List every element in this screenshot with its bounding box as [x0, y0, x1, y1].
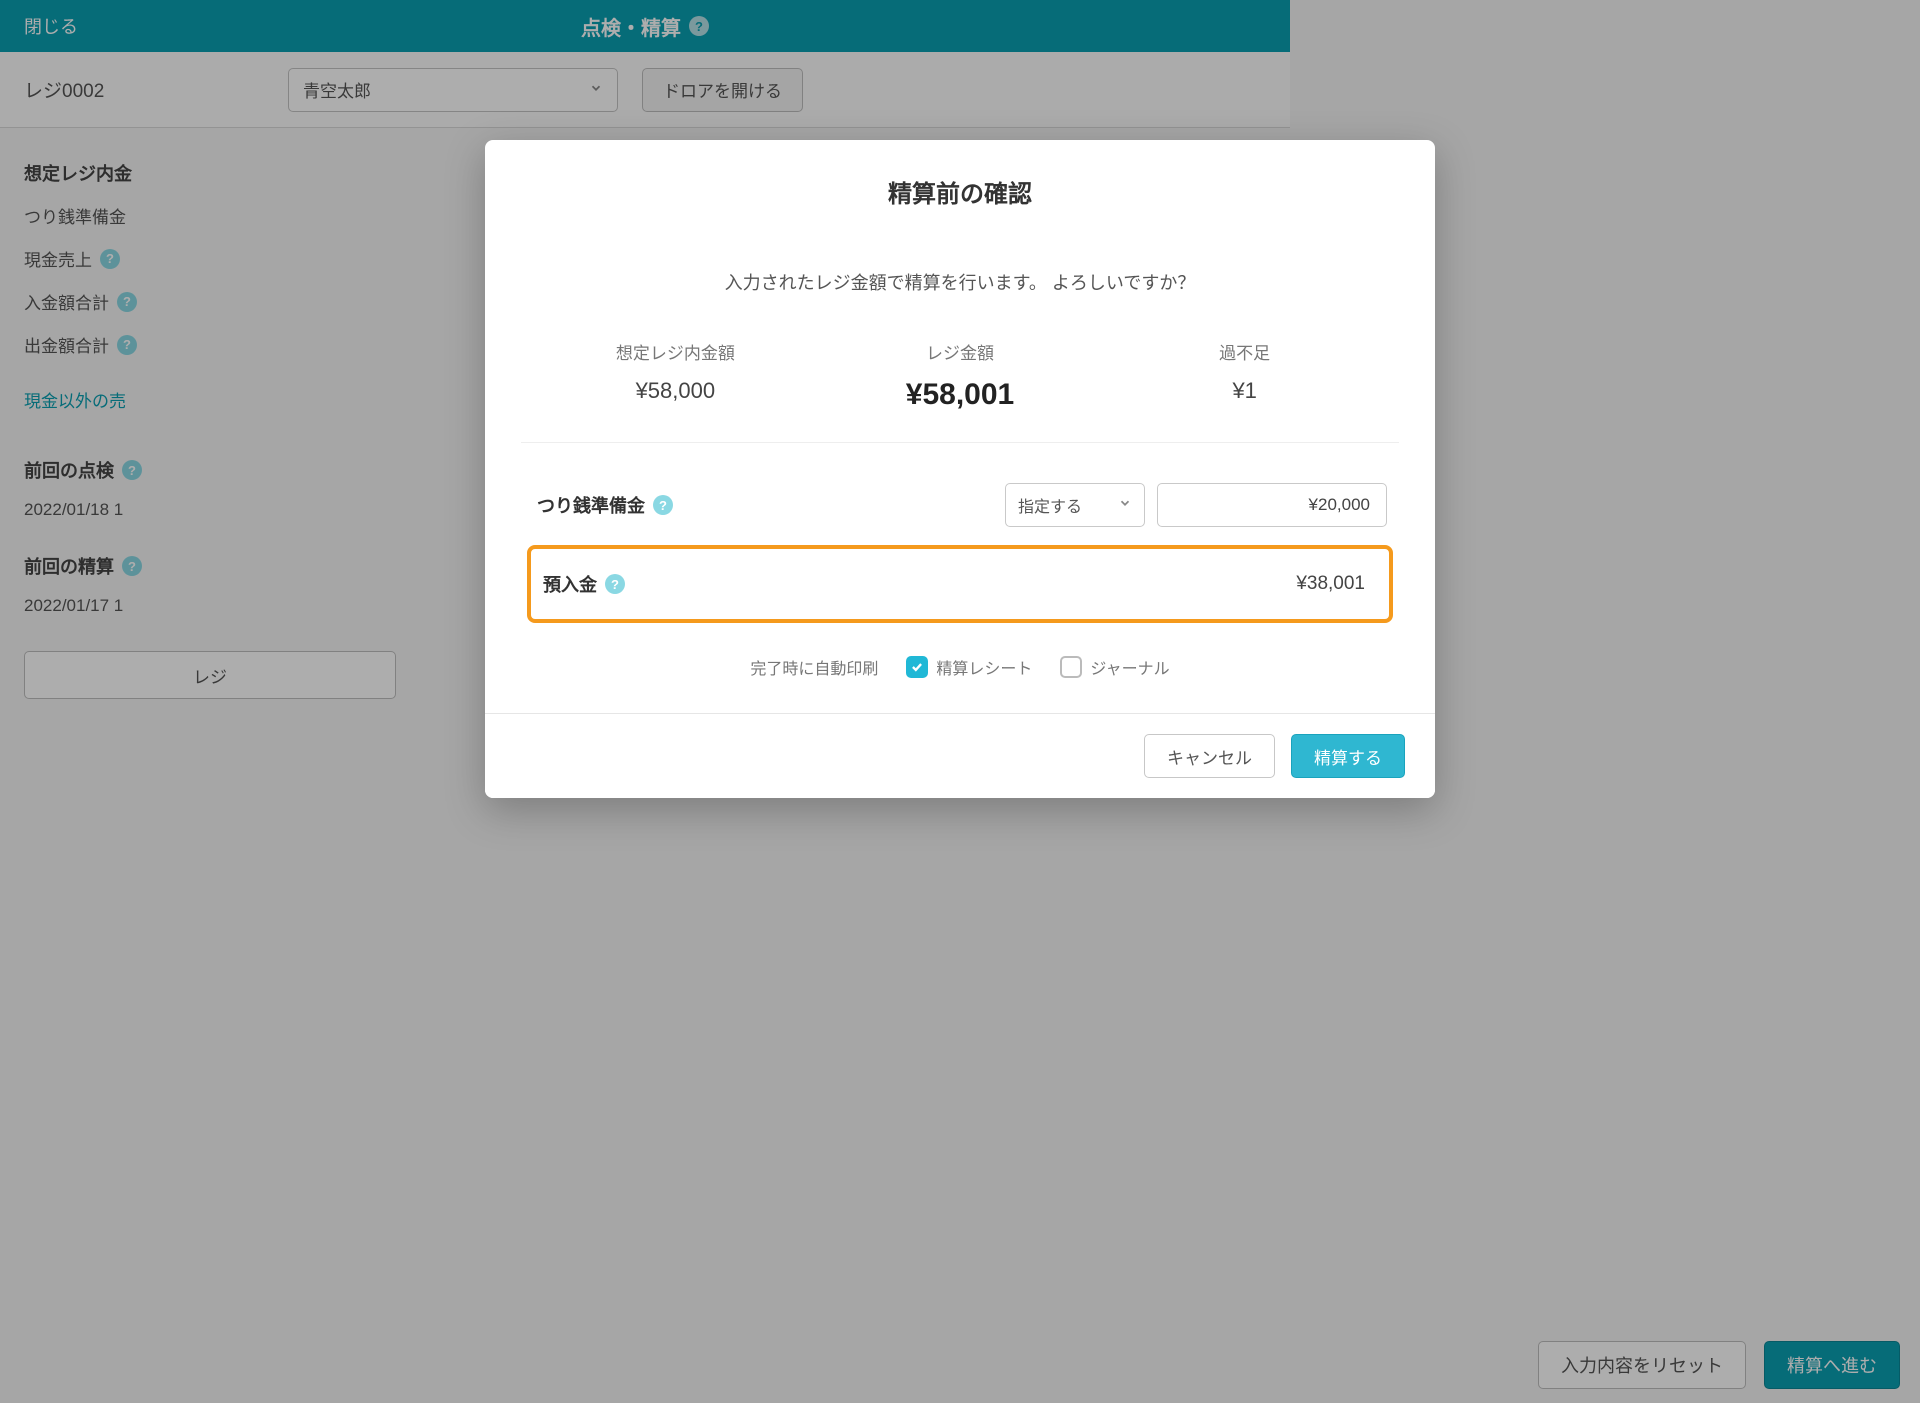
change-fund-label: つり銭準備金	[537, 492, 645, 518]
expected-value: ¥58,000	[533, 378, 818, 404]
auto-print-label: 完了時に自動印刷	[750, 655, 878, 679]
diff-value: ¥1	[1102, 378, 1387, 404]
help-icon[interactable]: ?	[605, 574, 625, 594]
change-fund-input[interactable]: ¥20,000	[1157, 483, 1387, 527]
help-icon[interactable]: ?	[653, 495, 673, 515]
register-amount-value: ¥58,001	[818, 378, 1103, 412]
modal-message: 入力されたレジ金額で精算を行います。 よろしいですか？	[533, 269, 1387, 295]
register-amount-label: レジ金額	[818, 339, 1103, 364]
change-fund-mode-value: 指定する	[1018, 493, 1082, 517]
receipt-checkbox[interactable]	[906, 656, 928, 678]
change-fund-value: ¥20,000	[1309, 495, 1370, 515]
deposit-label: 預入金	[543, 571, 597, 597]
modal-footer: キャンセル 精算する	[485, 713, 1435, 798]
journal-checkbox[interactable]	[1060, 656, 1082, 678]
change-fund-mode-select[interactable]: 指定する	[1005, 483, 1145, 527]
auto-print-row: 完了時に自動印刷 精算レシート ジャーナル	[533, 651, 1387, 713]
deposit-value: ¥38,001	[1296, 573, 1377, 595]
settle-button[interactable]: 精算する	[1291, 734, 1405, 778]
stats-row: 想定レジ内金額 ¥58,000 レジ金額 ¥58,001 過不足 ¥1	[533, 339, 1387, 412]
modal-backdrop: 精算前の確認 入力されたレジ金額で精算を行います。 よろしいですか？ 想定レジ内…	[0, 0, 1920, 1403]
modal-title: 精算前の確認	[533, 174, 1387, 209]
divider	[521, 442, 1399, 443]
cancel-button[interactable]: キャンセル	[1144, 734, 1275, 778]
journal-checkbox-label: ジャーナル	[1090, 655, 1169, 679]
diff-label: 過不足	[1102, 339, 1387, 364]
chevron-down-icon	[1118, 496, 1132, 515]
receipt-checkbox-label: 精算レシート	[936, 655, 1032, 679]
deposit-highlight: 預入金 ? ¥38,001	[527, 545, 1393, 623]
confirm-modal: 精算前の確認 入力されたレジ金額で精算を行います。 よろしいですか？ 想定レジ内…	[485, 140, 1435, 798]
expected-label: 想定レジ内金額	[533, 339, 818, 364]
change-fund-row: つり銭準備金 ? 指定する ¥20,000	[533, 471, 1387, 539]
